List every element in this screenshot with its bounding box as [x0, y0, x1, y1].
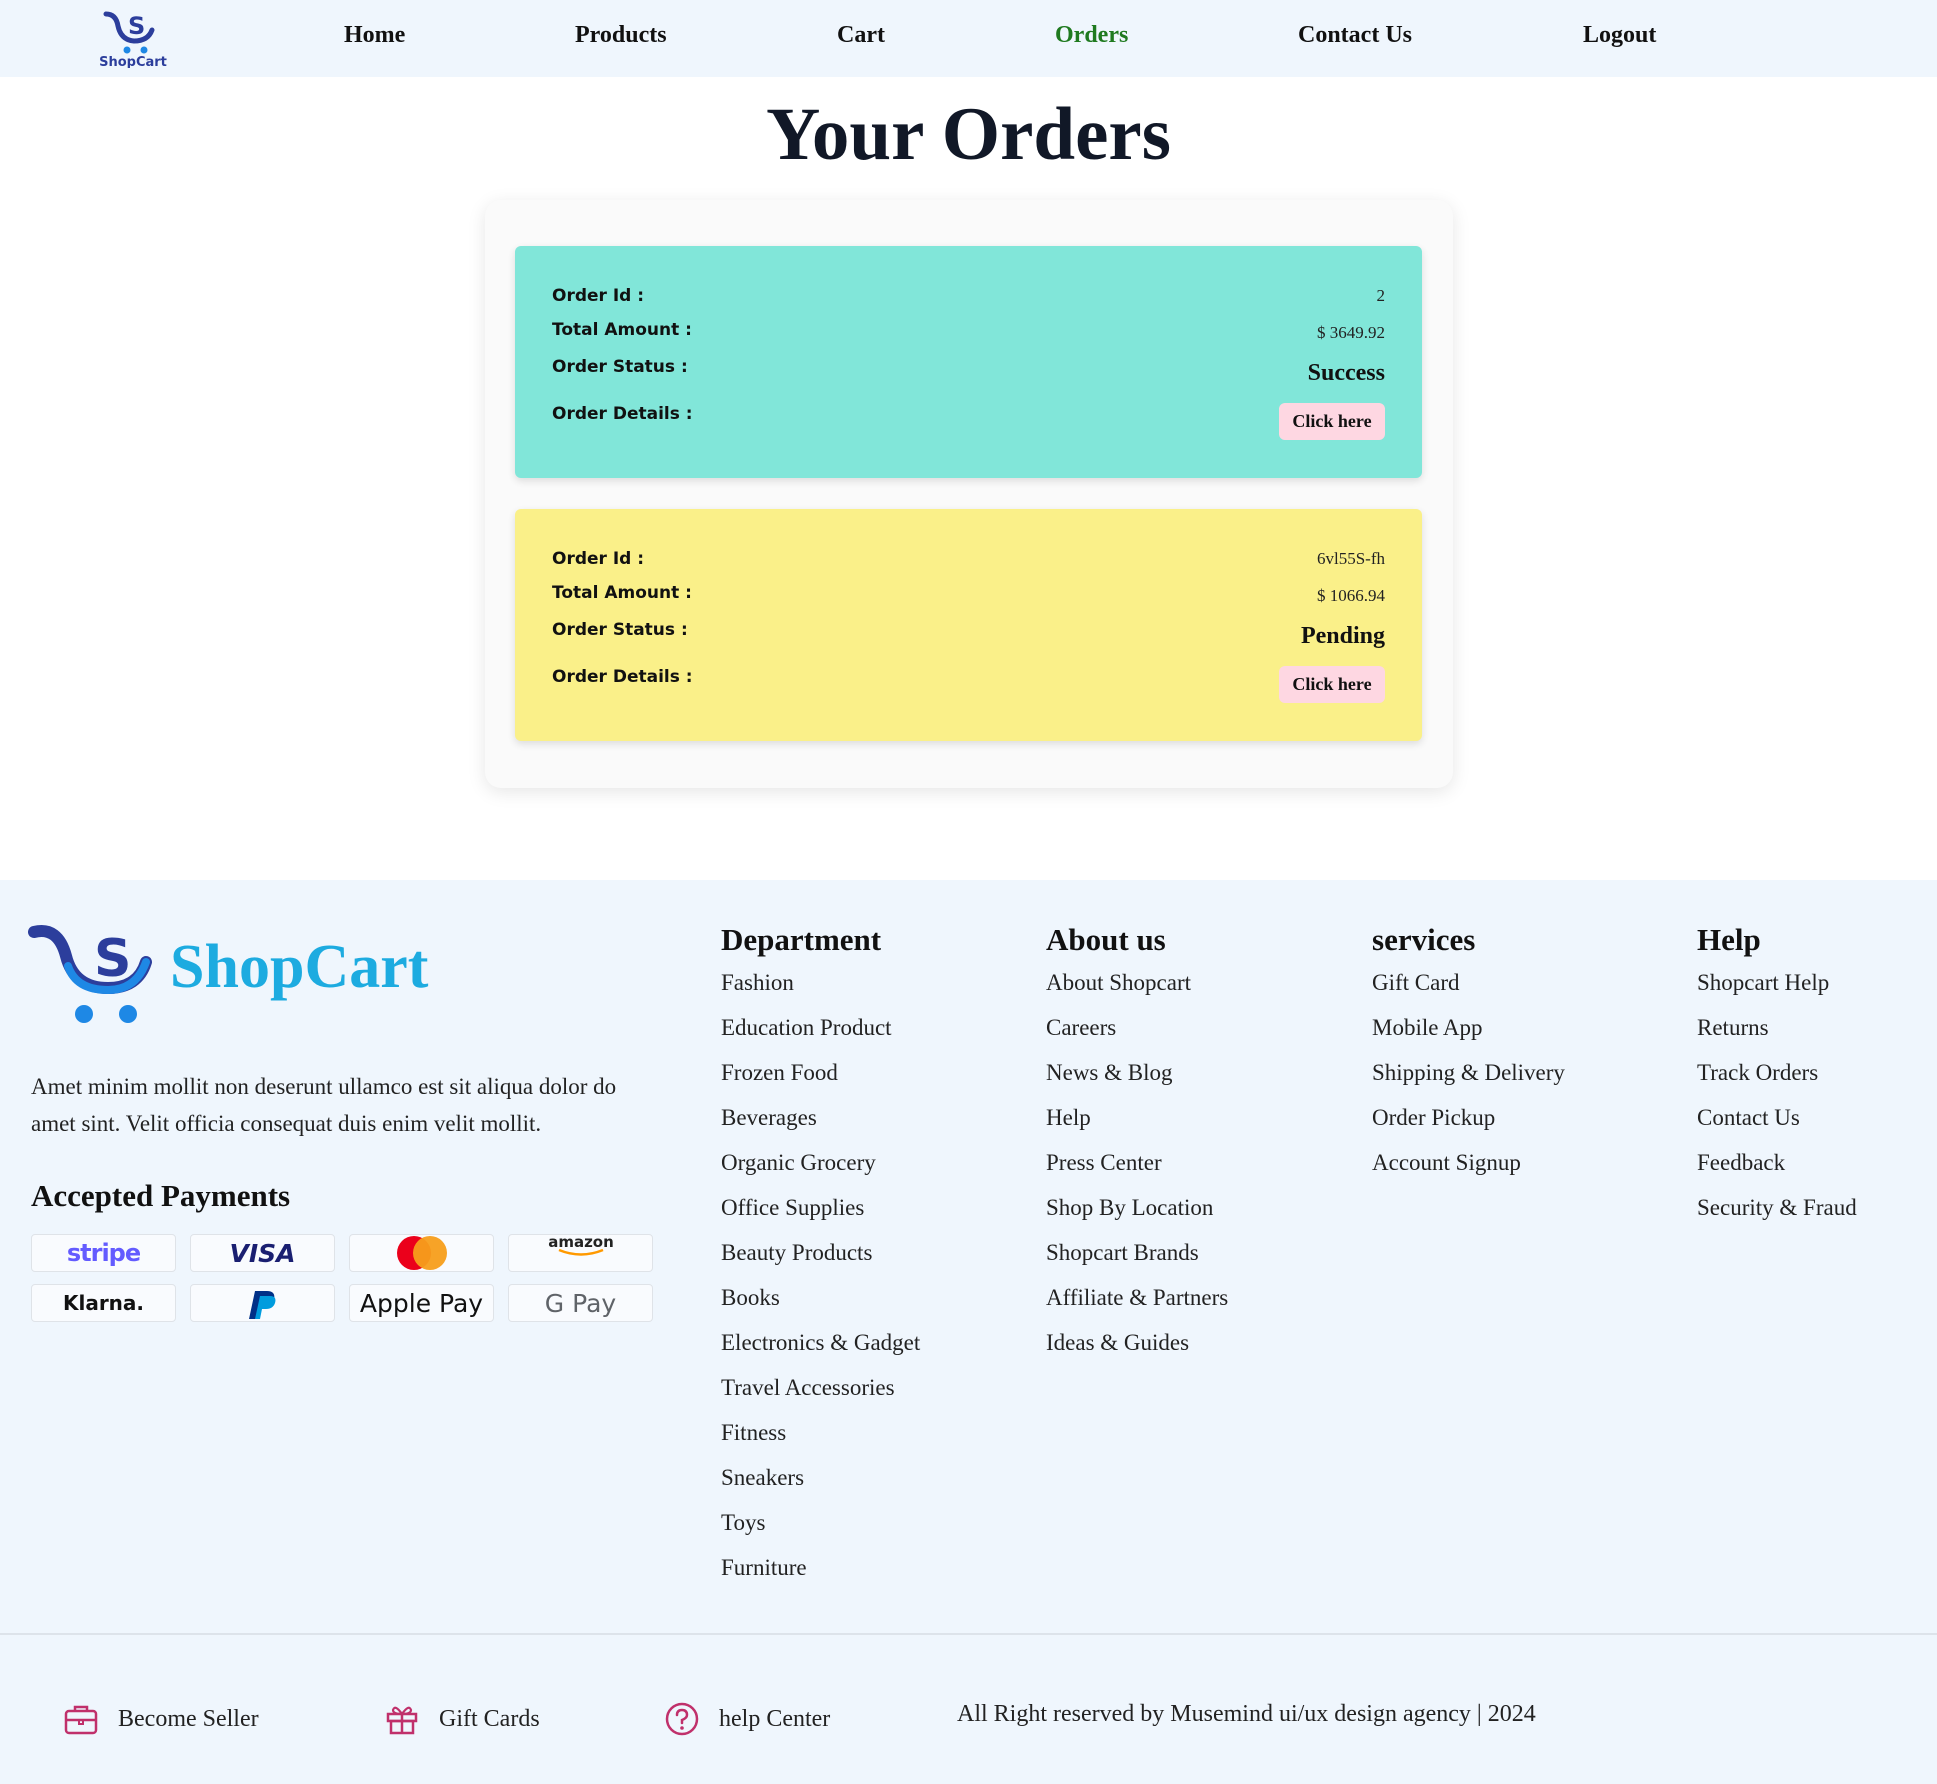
nav-logo-text: ShopCart — [99, 55, 167, 68]
footer-link[interactable]: Travel Accessories — [721, 1375, 920, 1420]
footer-link[interactable]: Ideas & Guides — [1046, 1330, 1228, 1375]
svg-text:S: S — [128, 12, 145, 40]
footer-link[interactable]: Shipping & Delivery — [1372, 1060, 1565, 1105]
footer-link[interactable]: Fashion — [721, 970, 920, 1015]
footer-description: Amet minim mollit non deserunt ullamco e… — [31, 1074, 617, 1136]
order-status-label: Order Status : — [552, 620, 688, 640]
footer-link[interactable]: Office Supplies — [721, 1195, 920, 1240]
klarna-logo: Klarna. — [31, 1284, 176, 1322]
footer-link[interactable]: Electronics & Gadget — [721, 1330, 920, 1375]
nav-cart[interactable]: Cart — [837, 22, 885, 49]
footer-column-services: services Gift Card Mobile App Shipping &… — [1372, 922, 1565, 1195]
footer-column-title: Department — [721, 922, 882, 957]
nav-orders[interactable]: Orders — [1055, 22, 1128, 49]
footer-link[interactable]: Returns — [1697, 1015, 1857, 1060]
help-center-link[interactable]: help Center — [663, 1700, 830, 1738]
nav-home[interactable]: Home — [344, 22, 405, 49]
briefcase-icon — [64, 1705, 98, 1735]
gift-cards-label: Gift Cards — [439, 1705, 540, 1732]
order-id-label: Order Id : — [552, 549, 645, 569]
order-details-button[interactable]: Click here — [1279, 666, 1385, 703]
google-pay-logo: G Pay — [508, 1284, 653, 1322]
footer-link[interactable]: Frozen Food — [721, 1060, 920, 1105]
footer-link[interactable]: News & Blog — [1046, 1060, 1228, 1105]
footer-column-about-us: About us About Shopcart Careers News & B… — [1046, 922, 1228, 1375]
footer-link[interactable]: Books — [721, 1285, 920, 1330]
footer-link[interactable]: Mobile App — [1372, 1015, 1565, 1060]
order-status-label: Order Status : — [552, 357, 688, 377]
nav-logout[interactable]: Logout — [1583, 22, 1656, 49]
stripe-logo: stripe — [31, 1234, 176, 1272]
footer-column-title: About us — [1046, 922, 1166, 957]
footer-column-department: Department Fashion Education Product Fro… — [721, 922, 920, 1600]
footer-column-title: services — [1372, 922, 1476, 957]
order-card: Order Id : 6vl55S-fh Total Amount : $ 10… — [515, 509, 1422, 741]
footer-link[interactable]: Toys — [721, 1510, 920, 1555]
footer-link[interactable]: Security & Fraud — [1697, 1195, 1857, 1240]
footer-link[interactable]: About Shopcart — [1046, 970, 1228, 1015]
shopcart-logo[interactable]: S ShopCart — [94, 8, 172, 68]
footer-link[interactable]: Beverages — [721, 1105, 920, 1150]
help-center-label: help Center — [719, 1705, 831, 1732]
footer-brand: ShopCart — [170, 933, 429, 1001]
order-card: Order Id : 2 Total Amount : $ 3649.92 Or… — [515, 246, 1422, 478]
become-seller-link[interactable]: Become Seller — [62, 1700, 259, 1738]
footer-column-help: Help Shopcart Help Returns Track Orders … — [1697, 922, 1857, 1240]
footer-link[interactable]: Organic Grocery — [721, 1150, 920, 1195]
svg-text:S: S — [94, 929, 131, 989]
footer-column-title: Help — [1697, 922, 1761, 957]
footer: S ShopCart Amet minim mollit non deserun… — [0, 880, 1937, 1784]
order-id-value: 2 — [1376, 286, 1386, 305]
orders-panel: Order Id : 2 Total Amount : $ 3649.92 Or… — [485, 200, 1453, 788]
total-amount-label: Total Amount : — [552, 320, 692, 340]
footer-link[interactable]: Press Center — [1046, 1150, 1228, 1195]
help-circle-icon — [665, 1702, 699, 1736]
total-amount-value: $ 3649.92 — [1317, 323, 1385, 342]
order-status-value: Pending — [1300, 623, 1385, 649]
page-title: Your Orders — [766, 93, 1171, 176]
footer-link[interactable]: Track Orders — [1697, 1060, 1857, 1105]
gift-icon — [386, 1706, 418, 1735]
footer-link[interactable]: Affiliate & Partners — [1046, 1285, 1228, 1330]
total-amount-label: Total Amount : — [552, 583, 692, 603]
order-id-value: 6vl55S-fh — [1317, 549, 1385, 568]
nav-contact-us[interactable]: Contact Us — [1298, 22, 1412, 49]
footer-link[interactable]: Shop By Location — [1046, 1195, 1228, 1240]
footer-link[interactable]: Gift Card — [1372, 970, 1565, 1015]
order-details-label: Order Details : — [552, 667, 693, 687]
accepted-payments-title: Accepted Payments — [31, 1178, 291, 1213]
footer-link[interactable]: Beauty Products — [721, 1240, 920, 1285]
footer-link[interactable]: Education Product — [721, 1015, 920, 1060]
footer-link[interactable]: Careers — [1046, 1015, 1228, 1060]
footer-logo-icon[interactable]: S — [28, 916, 158, 1026]
footer-divider — [0, 1633, 1937, 1635]
paypal-logo — [190, 1284, 335, 1322]
order-details-button[interactable]: Click here — [1279, 403, 1385, 440]
become-seller-label: Become Seller — [118, 1705, 259, 1732]
footer-link[interactable]: Help — [1046, 1105, 1228, 1150]
footer-link[interactable]: Contact Us — [1697, 1105, 1857, 1150]
footer-link[interactable]: Furniture — [721, 1555, 920, 1600]
footer-link[interactable]: Sneakers — [721, 1465, 920, 1510]
footer-link[interactable]: Feedback — [1697, 1150, 1857, 1195]
order-status-value: Success — [1307, 360, 1385, 386]
footer-link[interactable]: Shopcart Brands — [1046, 1240, 1228, 1285]
amazon-pay-logo: amazon — [508, 1234, 653, 1272]
svg-text:amazon: amazon — [548, 1235, 614, 1251]
footer-link[interactable]: Fitness — [721, 1420, 920, 1465]
nav-products[interactable]: Products — [575, 22, 667, 49]
footer-link[interactable]: Order Pickup — [1372, 1105, 1565, 1150]
visa-logo: VISA — [190, 1234, 335, 1272]
footer-link[interactable]: Account Signup — [1372, 1150, 1565, 1195]
gift-cards-link[interactable]: Gift Cards — [383, 1700, 540, 1738]
footer-link[interactable]: Shopcart Help — [1697, 970, 1857, 1015]
apple-pay-logo: Apple Pay — [349, 1284, 494, 1322]
mastercard-logo — [349, 1234, 494, 1272]
order-details-label: Order Details : — [552, 404, 693, 424]
copyright-text: All Right reserved by Musemind ui/ux des… — [957, 1701, 1536, 1727]
total-amount-value: $ 1066.94 — [1317, 586, 1385, 605]
navbar: S ShopCart Home Products Cart Orders Con… — [0, 0, 1937, 77]
order-id-label: Order Id : — [552, 286, 645, 306]
